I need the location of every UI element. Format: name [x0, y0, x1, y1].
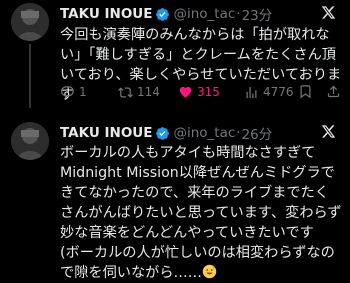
retweet-button[interactable]: 114	[118, 83, 160, 101]
reply-count: 1	[79, 85, 87, 99]
views-icon	[246, 86, 257, 98]
timestamp[interactable]: 23分	[242, 4, 273, 24]
author-handle[interactable]: @ino_tac	[173, 125, 235, 141]
author-name[interactable]: TAKU INOUE	[60, 125, 152, 141]
heart-icon	[179, 86, 192, 98]
tweet-actions: 1 114 315 4776	[60, 83, 340, 101]
tweet-2[interactable]: TAKU INOUE @ino_tac · 26分 ボーカルの人もアタイも時間な…	[0, 114, 350, 281]
grinning-sweat-emoji-icon	[202, 264, 217, 279]
bookmark-icon[interactable]	[298, 84, 313, 99]
like-count: 315	[197, 85, 220, 99]
retweet-count: 114	[137, 85, 160, 99]
separator: ·	[236, 6, 241, 22]
views-count: 4776	[263, 85, 294, 99]
reply-icon	[61, 85, 74, 99]
share-icon[interactable]	[326, 84, 341, 99]
views-button[interactable]: 4776	[244, 83, 294, 101]
x-logo-icon	[321, 125, 336, 138]
tweet-1[interactable]: TAKU INOUE @ino_tac · 23分 今回も演奏陣のみんなからは「…	[0, 0, 350, 114]
avatar-image	[11, 3, 49, 41]
separator: ·	[236, 125, 241, 141]
like-button[interactable]: 315	[178, 83, 220, 101]
avatar[interactable]	[11, 122, 49, 160]
retweet-icon	[118, 86, 133, 98]
tweet-header: TAKU INOUE @ino_tac · 26分	[60, 123, 342, 143]
x-logo-icon	[321, 6, 336, 19]
reply-button[interactable]: 1	[60, 83, 87, 101]
tweet-header: TAKU INOUE @ino_tac · 23分	[60, 4, 342, 24]
tweet-text-content: ボーカルの人もアタイも時間なさすぎて Midnight Mission以降ぜんぜ…	[60, 145, 342, 281]
verified-badge-icon	[156, 7, 170, 21]
thread-line	[29, 44, 31, 108]
author-name[interactable]: TAKU INOUE	[60, 6, 152, 22]
verified-badge-icon	[156, 126, 170, 140]
timestamp[interactable]: 26分	[242, 123, 273, 143]
author-handle[interactable]: @ino_tac	[173, 6, 235, 22]
tweet-text: ボーカルの人もアタイも時間なさすぎて Midnight Mission以降ぜんぜ…	[60, 143, 342, 283]
avatar-image	[11, 122, 49, 160]
avatar[interactable]	[11, 3, 49, 41]
